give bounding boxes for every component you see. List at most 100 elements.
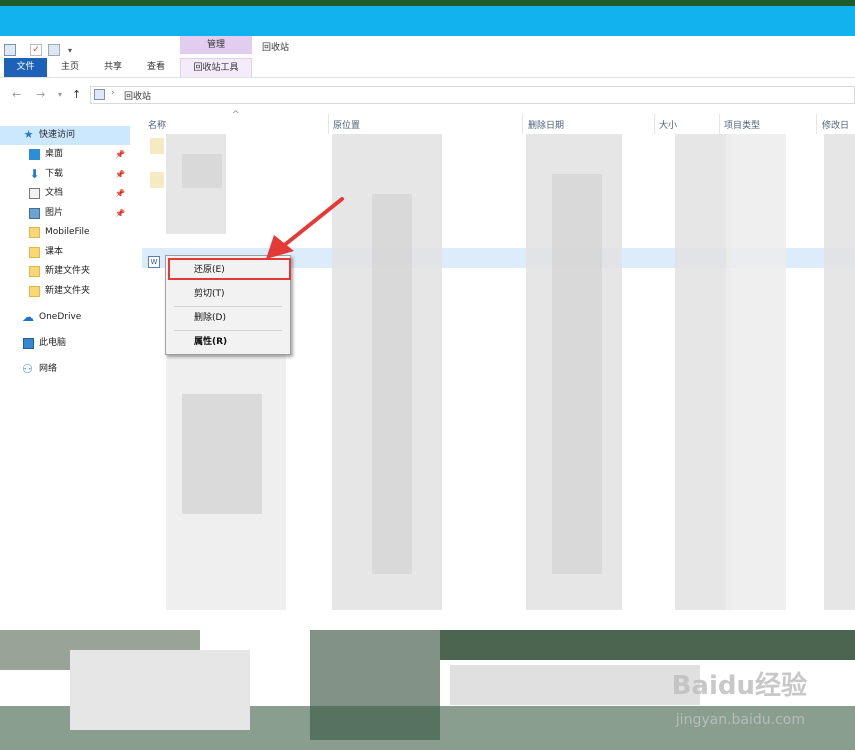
nav-item-label: 文档 [45,188,64,198]
blurred-region [440,630,855,660]
breadcrumb[interactable]: 回收站 [124,89,151,102]
blurred-region [450,665,700,705]
column-name[interactable]: 名称 [148,118,166,131]
file-list[interactable]: W [142,134,855,610]
column-divider[interactable] [522,114,523,134]
pin-icon[interactable]: 📌 [115,145,125,164]
address-field[interactable]: › 回收站 [90,86,855,104]
folder-icon [150,138,164,154]
menu-item-properties[interactable]: 属性(R) [168,332,288,352]
recycle-bin-icon[interactable] [4,44,16,56]
nav-item-label: OneDrive [39,312,82,322]
nav-item-onedrive[interactable]: ☁ OneDrive [0,308,130,327]
column-item-type[interactable]: 项目类型 [724,118,760,131]
column-original-location[interactable]: 原位置 [333,118,360,131]
title-bar[interactable] [0,6,855,36]
navigation-pane: ★ 快速访问 桌面 📌 ⬇ 下载 📌 文档 📌 图片 📌 MobileFile [0,120,132,610]
new-folder-icon[interactable] [48,44,60,56]
nav-item-label: 网络 [39,364,58,374]
column-headers: ^ 名称 原位置 删除日期 大小 项目类型 修改日 [142,110,855,134]
blurred-modified [824,134,855,610]
folder-icon [29,266,40,277]
desktop-icon [29,149,40,160]
tab-share[interactable]: 共享 [98,58,128,77]
window-title: 回收站 [262,43,290,53]
document-icon: W [148,256,160,268]
download-icon: ⬇ [29,167,40,181]
nav-item-label: 下载 [45,169,64,179]
sort-up-icon: ^ [232,110,240,120]
folder-icon [150,172,164,188]
watermark-url: jingyan.baidu.com [675,712,805,728]
nav-item-pictures[interactable]: 图片 📌 [0,204,130,223]
nav-item-this-pc[interactable]: 此电脑 [0,334,130,353]
file-explorer-window: ✓ ▾ 管理 回收站 文件 主页 共享 查看 回收站工具 ← → ▾ ↑ › 回… [0,6,855,610]
blurred-size [675,134,731,610]
folder-icon [29,227,40,238]
column-divider[interactable] [719,114,720,134]
column-divider[interactable] [816,114,817,134]
nav-item-label: 快速访问 [39,130,76,140]
document-icon [29,188,40,199]
nav-item-label: 桌面 [45,149,64,159]
arrow-right-icon[interactable]: → [36,88,45,101]
column-divider[interactable] [328,114,329,134]
properties-icon[interactable]: ✓ [30,44,42,56]
tab-view[interactable]: 查看 [141,58,171,77]
tab-home[interactable]: 主页 [55,58,85,77]
annotation-arrow [266,197,344,259]
nav-item-desktop[interactable]: 桌面 📌 [0,145,130,164]
nav-item-downloads[interactable]: ⬇ 下载 📌 [0,165,130,184]
nav-item-quick-access[interactable]: ★ 快速访问 [0,126,130,145]
nav-item-textbook[interactable]: 课本 [0,243,130,262]
contextual-tab-group: 管理 [180,36,252,54]
nav-item-label: 新建文件夹 [45,266,91,276]
nav-item-documents[interactable]: 文档 📌 [0,184,130,203]
folder-icon [29,286,40,297]
menu-item-delete[interactable]: 删除(D) [168,308,288,328]
column-size[interactable]: 大小 [659,118,677,131]
watermark-logo: Baidu经验 [671,671,807,701]
blurred-filename [182,154,222,188]
tab-file[interactable]: 文件 [4,58,47,77]
blurred-region [70,650,250,730]
tab-recycle-bin-tools[interactable]: 回收站工具 [180,58,252,77]
pin-icon[interactable]: 📌 [115,204,125,223]
menu-separator [174,306,282,307]
cloud-icon: ☁ [22,310,34,324]
ribbon-tabs: 文件 主页 共享 查看 回收站工具 [0,56,855,78]
pin-icon[interactable]: 📌 [115,184,125,203]
chevron-right-icon[interactable]: › [111,88,115,98]
folder-icon [29,247,40,258]
menu-separator [174,330,282,331]
address-bar-row: ← → ▾ ↑ › 回收站 [0,82,855,108]
column-date-deleted[interactable]: 删除日期 [528,118,564,131]
nav-item-new-folder-2[interactable]: 新建文件夹 [0,282,130,301]
blurred-date [552,174,602,574]
nav-item-new-folder[interactable]: 新建文件夹 [0,262,130,281]
nav-item-label: 课本 [45,247,64,257]
nav-item-label: MobileFile [45,227,90,237]
recent-locations-icon[interactable]: ▾ [58,90,62,99]
nav-item-mobilefile[interactable]: MobileFile [0,223,130,242]
recycle-bin-icon [94,89,105,100]
computer-icon [23,338,34,349]
network-icon: ⚇ [22,362,33,376]
column-divider[interactable] [654,114,655,134]
nav-item-label: 新建文件夹 [45,286,91,296]
picture-icon [29,208,40,219]
column-date-modified[interactable]: 修改日 [822,118,849,131]
star-icon: ★ [23,128,34,141]
nav-item-label: 图片 [45,208,64,218]
blurred-type [726,134,786,610]
customize-dropdown-icon[interactable]: ▾ [64,44,76,56]
taskbar-area: Baidu经验 jingyan.baidu.com [0,610,855,750]
menu-item-cut[interactable]: 剪切(T) [168,284,288,304]
pin-icon[interactable]: 📌 [115,165,125,184]
blurred-location [372,194,412,574]
blurred-filename [182,394,262,514]
nav-item-network[interactable]: ⚇ 网络 [0,360,130,379]
nav-item-label: 此电脑 [39,338,67,348]
arrow-left-icon[interactable]: ← [12,88,21,101]
arrow-up-icon[interactable]: ↑ [72,88,81,101]
